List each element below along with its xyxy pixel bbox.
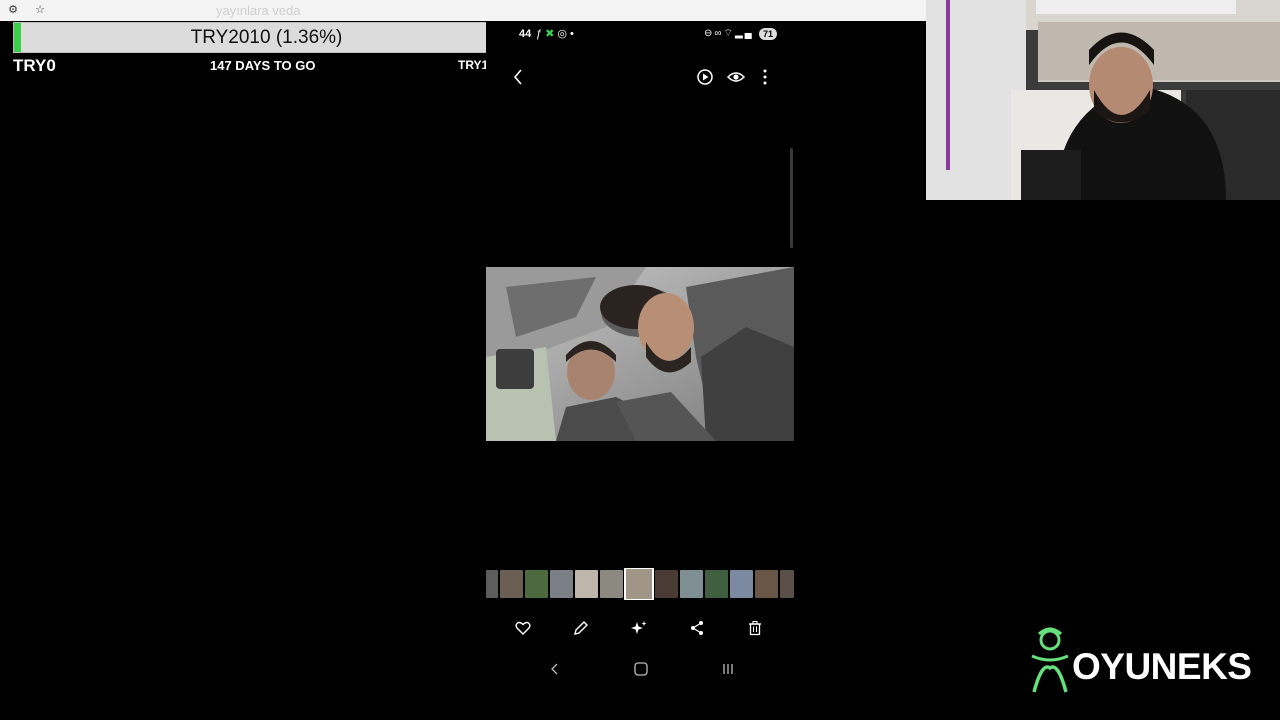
thumbnail[interactable] (600, 570, 623, 598)
status-time: 44 (519, 28, 532, 40)
thumbnail[interactable] (500, 570, 523, 598)
thumbnail[interactable] (486, 570, 498, 598)
browser-title: yayınlara veda (216, 3, 301, 18)
back-nav-icon[interactable] (543, 658, 567, 680)
home-nav-icon[interactable] (629, 658, 653, 680)
thumbnail[interactable] (705, 570, 728, 598)
photo-image (486, 267, 794, 441)
photo-view[interactable] (486, 267, 794, 441)
webcam-overlay (926, 0, 1280, 200)
thumbnail[interactable] (680, 570, 703, 598)
status-right-icons: ⊖∞⌔▂▄ (704, 27, 754, 40)
viewer-toolbar (486, 64, 794, 90)
star-icon[interactable]: ☆ (33, 3, 47, 17)
sparkle-icon[interactable] (627, 616, 651, 640)
oyuneks-logo: OYUNEKS (1024, 626, 1256, 696)
link-icon: ∞ (714, 28, 724, 39)
photo-edit-toolbar (486, 616, 794, 640)
signal-icon: ▂▄ (734, 28, 754, 39)
goal-current-amount: TRY0 (13, 56, 56, 75)
gear-icon[interactable]: ⚙ (6, 3, 20, 17)
dnd-icon: ⊖ (704, 28, 715, 39)
thumbnail[interactable] (550, 570, 573, 598)
phone-screen: 44 ƒ✖◎• ⊖∞⌔▂▄ 71 (486, 22, 794, 720)
wifi-icon: ⌔ (723, 28, 735, 39)
goal-progress-label: TRY2010 (1.36%) (190, 27, 343, 48)
instagram-icon: ◎ (557, 28, 570, 40)
thumbnail[interactable] (525, 570, 548, 598)
webcam-image (926, 0, 1280, 200)
eye-icon[interactable] (726, 72, 746, 82)
donation-goal-bar: TRY2010 (1.36%) (13, 22, 520, 53)
thumbnail[interactable] (780, 570, 794, 598)
viewer-actions (697, 69, 767, 85)
more-icon[interactable] (763, 69, 767, 85)
goal-days-left: 147 DAYS TO GO (210, 58, 316, 73)
thumbnail[interactable] (575, 570, 598, 598)
play-icon[interactable] (697, 69, 713, 85)
thumbnail[interactable] (755, 570, 778, 598)
trash-icon[interactable] (743, 616, 767, 640)
phone-status-bar: 44 ƒ✖◎• ⊖∞⌔▂▄ 71 (486, 22, 794, 46)
back-icon[interactable] (508, 64, 528, 90)
thumbnail-strip (486, 568, 794, 600)
heart-icon[interactable] (511, 616, 535, 640)
logo-mascot-icon (1031, 627, 1069, 693)
xbox-icon: ✖ (545, 28, 558, 40)
viewer-scrollbar[interactable] (790, 148, 793, 248)
thumbnail-active[interactable] (624, 568, 654, 600)
thumbnail[interactable] (655, 570, 678, 598)
android-nav-bar (486, 658, 794, 680)
thumbnail[interactable] (730, 570, 753, 598)
facebook-icon: ƒ (536, 28, 546, 40)
dot-icon: • (569, 28, 577, 40)
share-icon[interactable] (685, 616, 709, 640)
pencil-icon[interactable] (569, 616, 593, 640)
status-left-icons: ƒ✖◎• (536, 27, 577, 40)
battery-badge: 71 (759, 28, 778, 40)
browser-top-bar: ⚙ ☆ yayınlara veda (0, 0, 926, 21)
recents-nav-icon[interactable] (716, 658, 740, 680)
logo-text: OYUNEKS (1072, 646, 1252, 687)
